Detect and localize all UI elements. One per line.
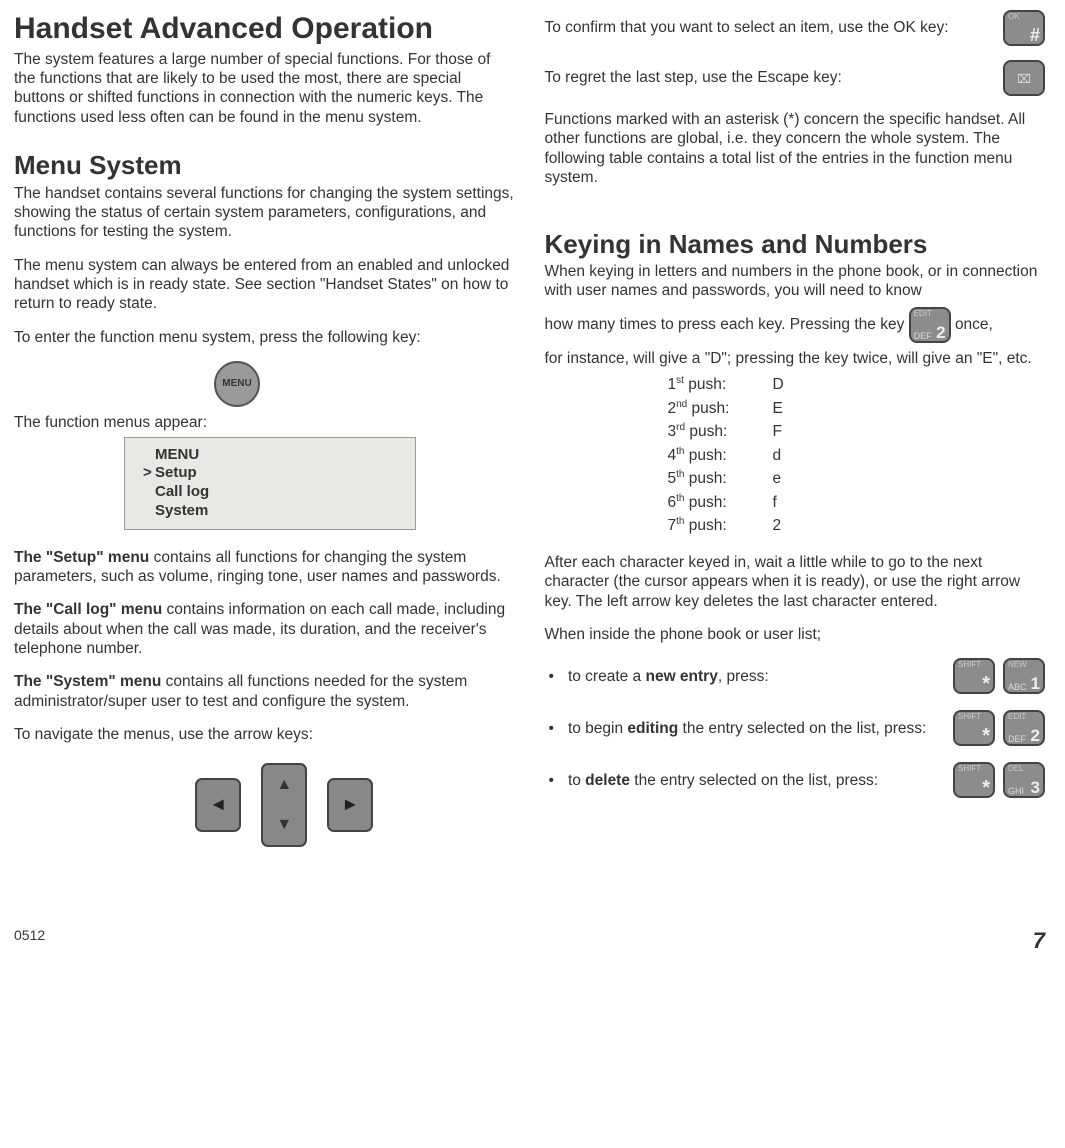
bullet-edit-entry: to begin editing the entry selected on t…: [545, 710, 1046, 746]
setup-desc: The "Setup" menu contains all functions …: [14, 548, 515, 587]
menu-para-1: The handset contains several functions f…: [14, 184, 515, 242]
page-number: 7: [1033, 927, 1045, 955]
edit-def-2-key-icon-2: EDIT DEF2: [1003, 710, 1045, 746]
footer-code: 0512: [14, 927, 45, 955]
lcd-item-setup: Setup: [155, 464, 405, 483]
menu-para-3: To enter the function menu system, press…: [14, 328, 515, 347]
page-footer: 0512 7: [14, 927, 1045, 955]
lcd-title: MENU: [155, 446, 405, 465]
new-abc-1-key-icon: NEW ABC1: [1003, 658, 1045, 694]
escape-key-icon: ⌧: [1003, 60, 1045, 96]
heading-keying: Keying in Names and Numbers: [545, 228, 1046, 261]
right-column: To confirm that you want to select an it…: [545, 10, 1046, 847]
keying-p1d: for instance, will give a "D"; pressing …: [545, 349, 1046, 368]
keying-p1a: When keying in letters and numbers in th…: [545, 262, 1046, 301]
del-ghi-3-key-icon: DEL GHI3: [1003, 762, 1045, 798]
regret-text: To regret the last step, use the Escape …: [545, 68, 842, 87]
asterisk-note: Functions marked with an asterisk (*) co…: [545, 110, 1046, 188]
left-column: Handset Advanced Operation The system fe…: [14, 10, 515, 847]
keying-p2: After each character keyed in, wait a li…: [545, 553, 1046, 611]
shift-star-key-icon-3: SHIFT *: [953, 762, 995, 798]
bullet-new-entry: to create a new entry, press: SHIFT * NE…: [545, 658, 1046, 694]
keying-p3: When inside the phone book or user list;: [545, 625, 1046, 644]
lcd-item-calllog: Call log: [155, 483, 405, 502]
bullet-delete-entry: to delete the entry selected on the list…: [545, 762, 1046, 798]
push-table: 1st push:D 2nd push:E 3rd push:F 4th pus…: [665, 372, 787, 539]
keying-p1b: how many times to press each key. Pressi…: [545, 307, 1046, 343]
arrow-left-icon: ◄: [195, 778, 241, 832]
calllog-desc: The "Call log" menu contains information…: [14, 600, 515, 658]
arrow-right-icon: ►: [327, 778, 373, 832]
menu-para-2: The menu system can always be entered fr…: [14, 256, 515, 314]
intro-text: The system features a large number of sp…: [14, 50, 515, 128]
heading-menu-system: Menu System: [14, 149, 515, 182]
arrow-updown-icon: ▲▼: [261, 763, 307, 847]
arrow-keys-cluster: ◄ ▲▼ ►: [54, 763, 515, 847]
menu-para-4: The function menus appear:: [14, 413, 515, 432]
confirm-text: To confirm that you want to select an it…: [545, 18, 949, 37]
page-title: Handset Advanced Operation: [14, 10, 515, 48]
navigate-text: To navigate the menus, use the arrow key…: [14, 725, 515, 744]
edit-def-2-key-icon: EDIT DEF2: [909, 307, 951, 343]
lcd-item-system: System: [155, 502, 405, 521]
shift-star-key-icon: SHIFT *: [953, 658, 995, 694]
system-desc: The "System" menu contains all functions…: [14, 672, 515, 711]
shift-star-key-icon-2: SHIFT *: [953, 710, 995, 746]
lcd-screen: MENU Setup Call log System: [124, 437, 416, 530]
ok-hash-key-icon: OK #: [1003, 10, 1045, 46]
menu-key-icon: MENU: [214, 361, 260, 407]
